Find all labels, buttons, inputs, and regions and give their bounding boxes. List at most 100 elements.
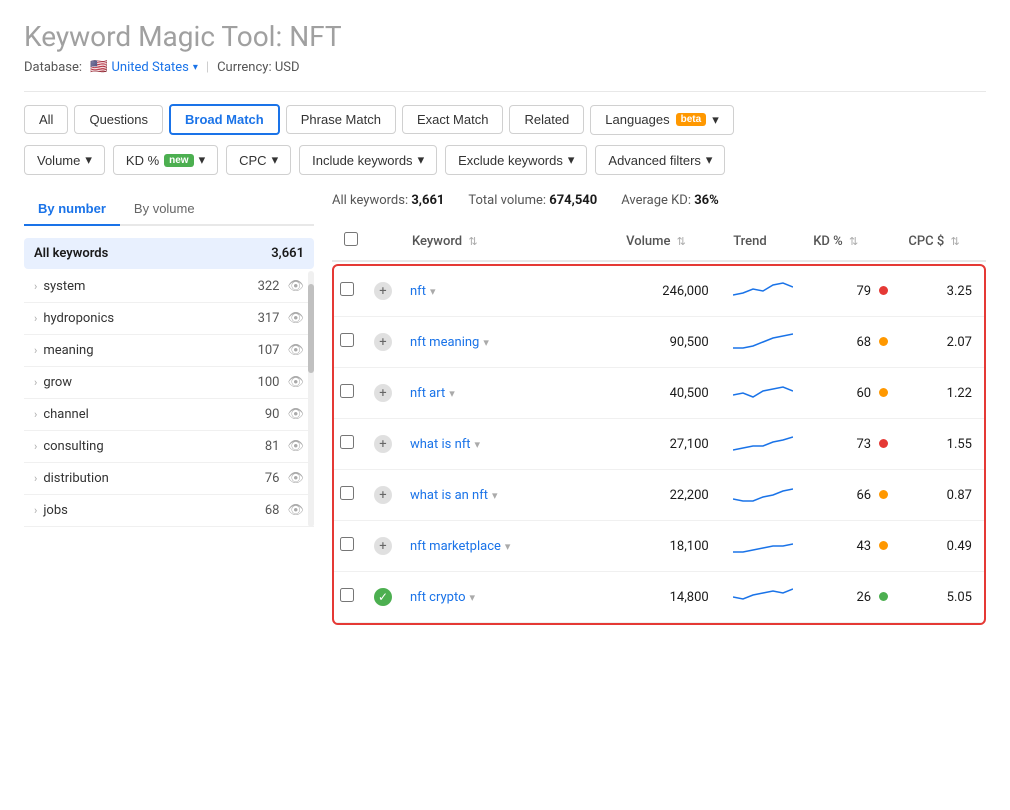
sidebar-item-label: system [43,279,257,294]
keyword-link[interactable]: what is an nft ▾ [410,488,601,503]
added-to-list-icon[interactable]: ✓ [374,588,392,606]
row-checkbox[interactable] [340,435,354,449]
kd-filter[interactable]: KD % new ▾ [113,145,218,175]
table-row: + what is nft ▾ [334,419,984,470]
th-trend[interactable]: Trend [721,222,801,261]
tab-all[interactable]: All [24,105,68,134]
keyword-text: nft marketplace [410,539,501,554]
trend-sparkline [733,583,793,607]
chevron-down-icon: ▾ [475,438,481,451]
sidebar-all-keywords-count: 3,661 [271,246,304,261]
flag-icon: 🇺🇸 [90,59,107,75]
new-badge: new [164,154,193,167]
all-keywords-label: All keywords: 3,661 [332,193,444,208]
sidebar-item-count: 90 [265,407,280,422]
tab-broad-match[interactable]: Broad Match [169,104,280,135]
eye-icon[interactable]: 👁 [287,407,304,422]
row-checkbox[interactable] [340,486,354,500]
add-to-list-icon[interactable]: + [374,282,392,300]
keyword-link[interactable]: nft art ▾ [410,386,601,401]
chevron-right-icon: › [34,344,37,357]
sidebar-item[interactable]: › hydroponics 317 👁 [24,303,314,335]
add-to-list-icon[interactable]: + [374,435,392,453]
cpc-value: 1.55 [947,437,972,452]
volume-label: Volume [37,153,80,168]
sidebar-header: All keywords 3,661 [24,238,314,269]
scrollbar-track[interactable] [308,271,314,527]
sidebar-item[interactable]: › meaning 107 👁 [24,335,314,367]
tab-phrase-match[interactable]: Phrase Match [286,105,396,134]
cpc-filter[interactable]: CPC ▾ [226,145,291,175]
database-label: Database: [24,60,82,75]
sidebar-item-count: 107 [258,343,280,358]
kd-value: 66 [856,488,871,503]
th-volume[interactable]: Volume ⇅ [614,222,721,261]
keyword-link[interactable]: nft meaning ▾ [410,335,601,350]
cpc-value: 3.25 [947,284,972,299]
eye-icon[interactable]: 👁 [287,311,304,326]
eye-icon[interactable]: 👁 [287,503,304,518]
sidebar-item[interactable]: › grow 100 👁 [24,367,314,399]
table-row: + nft art ▾ [334,368,984,419]
eye-icon[interactable]: 👁 [287,439,304,454]
volume-filter[interactable]: Volume ▾ [24,145,105,175]
sidebar-item[interactable]: › channel 90 👁 [24,399,314,431]
row-checkbox[interactable] [340,384,354,398]
kd-value: 43 [856,539,871,554]
header-divider [24,91,986,92]
sidebar-item[interactable]: › distribution 76 👁 [24,463,314,495]
add-to-list-icon[interactable]: + [374,384,392,402]
row-checkbox[interactable] [340,282,354,296]
th-keyword[interactable]: Keyword ⇅ [400,222,614,261]
add-to-list-icon[interactable]: + [374,537,392,555]
scrollbar-thumb[interactable] [308,284,314,374]
row-checkbox[interactable] [340,588,354,602]
th-cpc[interactable]: CPC $ ⇅ [896,222,986,261]
trend-sparkline [733,277,793,301]
chevron-down-icon: ▾ [199,152,206,168]
select-all-checkbox[interactable] [344,232,358,246]
chevron-down-icon: ▾ [505,540,511,553]
sidebar-item[interactable]: › jobs 68 👁 [24,495,314,527]
database-link[interactable]: 🇺🇸 United States ▾ [90,59,198,75]
add-to-list-icon[interactable]: + [374,486,392,504]
cpc-value: 0.87 [947,488,972,503]
tab-languages[interactable]: Languages beta ▾ [590,105,733,135]
sidebar-item-label: consulting [43,439,265,454]
kd-indicator [879,439,888,448]
eye-icon[interactable]: 👁 [287,471,304,486]
keyword-link[interactable]: what is nft ▾ [410,437,601,452]
add-to-list-icon[interactable]: + [374,333,392,351]
include-keywords-filter[interactable]: Include keywords ▾ [299,145,437,175]
cpc-value: 1.22 [947,386,972,401]
exclude-keywords-filter[interactable]: Exclude keywords ▾ [445,145,587,175]
tab-related[interactable]: Related [509,105,584,134]
eye-icon[interactable]: 👁 [287,375,304,390]
chevron-down-icon: ▾ [712,112,719,128]
volume-value: 40,500 [670,386,709,401]
chevron-down-icon: ▾ [430,285,436,298]
kd-value: 68 [856,335,871,350]
keyword-link[interactable]: nft ▾ [410,284,601,299]
avg-kd-value: 36% [694,193,719,208]
eye-icon[interactable]: 👁 [287,343,304,358]
chevron-right-icon: › [34,280,37,293]
sidebar-item-count: 322 [258,279,280,294]
tab-exact-match[interactable]: Exact Match [402,105,504,134]
keyword-link[interactable]: nft crypto ▾ [410,590,601,605]
th-kd[interactable]: KD % ⇅ [801,222,896,261]
eye-icon[interactable]: 👁 [287,279,304,294]
table-header-row: Keyword ⇅ Volume ⇅ Trend KD % ⇅ [332,222,986,261]
database-value: United States [112,60,189,75]
by-number-btn[interactable]: By number [24,193,120,226]
avg-kd-label: Average KD: 36% [621,193,719,208]
keyword-link[interactable]: nft marketplace ▾ [410,539,601,554]
tab-questions[interactable]: Questions [74,105,163,134]
by-volume-btn[interactable]: By volume [120,193,209,226]
row-checkbox[interactable] [340,537,354,551]
sidebar-item[interactable]: › system 322 👁 [24,271,314,303]
row-checkbox[interactable] [340,333,354,347]
chevron-down-icon: ▾ [492,489,498,502]
sidebar-item[interactable]: › consulting 81 👁 [24,431,314,463]
advanced-filters[interactable]: Advanced filters ▾ [595,145,725,175]
